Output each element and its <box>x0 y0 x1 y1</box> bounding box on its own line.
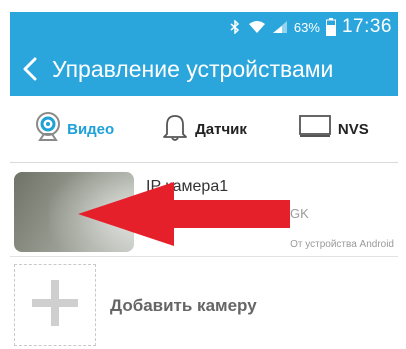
webcam-icon <box>35 111 61 147</box>
status-bar: 63% 17:36 <box>10 12 398 42</box>
tab-sensor-label: Датчик <box>195 120 247 138</box>
battery-percent: 63% <box>293 19 320 35</box>
tab-video[interactable]: Видео <box>10 96 139 162</box>
tab-nvs-label: NVS <box>337 120 369 138</box>
battery-icon <box>325 18 336 36</box>
add-camera-item[interactable]: Добавить камеру <box>10 264 398 349</box>
back-arrow-icon[interactable] <box>12 42 48 96</box>
tab-nvs[interactable]: NVS <box>269 96 398 162</box>
tab-sensor[interactable]: Датчик <box>139 96 268 162</box>
plus-icon <box>32 279 78 331</box>
camera-source: От устройства Android <box>290 239 394 250</box>
app-bar: Управление устройствами <box>10 42 398 96</box>
monitor-icon <box>298 114 332 145</box>
bluetooth-icon <box>228 19 242 35</box>
bell-icon <box>161 112 189 147</box>
page-title: Управление устройствами <box>52 55 334 82</box>
add-camera-label: Добавить камеру <box>110 296 257 315</box>
signal-icon <box>272 20 288 34</box>
camera-id: GK <box>290 206 309 221</box>
wifi-icon <box>248 20 266 34</box>
clock: 17:36 <box>341 16 392 37</box>
tab-video-label: Видео <box>67 120 115 138</box>
annotation-arrow-icon <box>78 182 290 246</box>
status-icons: 63% 17:36 <box>228 12 392 42</box>
add-camera-button[interactable] <box>14 264 96 346</box>
tab-bar: Видео Датчик NVS <box>10 96 398 163</box>
